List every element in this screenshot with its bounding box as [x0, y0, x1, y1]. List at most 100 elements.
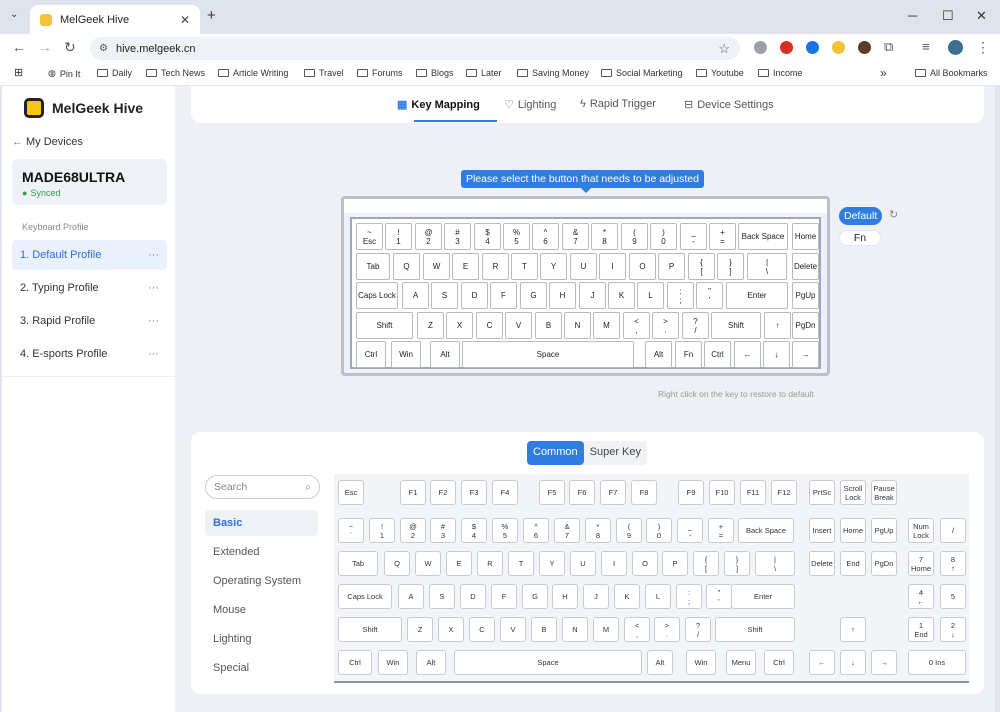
bookmark-social-marketing[interactable]: Social Marketing — [601, 68, 683, 78]
palette-key[interactable]: Menu — [726, 650, 756, 675]
keyboard-key[interactable]: J — [579, 282, 606, 309]
palette-key[interactable]: F6 — [569, 480, 595, 505]
palette-key[interactable]: + = — [708, 518, 734, 543]
category-basic[interactable]: Basic — [205, 510, 318, 536]
keyboard-key[interactable]: Delete — [792, 253, 819, 280]
palette-key[interactable]: R — [477, 551, 503, 576]
bookmark-pin-it[interactable]: ◍ Pin It — [48, 68, 80, 79]
palette-key[interactable]: | \ — [755, 551, 795, 576]
palette-key[interactable]: Z — [407, 617, 433, 642]
palette-key[interactable]: P — [662, 551, 688, 576]
bookmark-daily[interactable]: Daily — [97, 68, 132, 78]
keyboard-key[interactable]: ) 0 — [650, 223, 677, 250]
palette-key[interactable]: Y — [539, 551, 565, 576]
forward-icon[interactable]: → — [38, 39, 52, 55]
keyboard-key[interactable]: ~ Esc — [356, 223, 383, 250]
palette-key[interactable]: S — [429, 584, 455, 609]
palette-key[interactable]: Shift — [338, 617, 402, 642]
palette-key[interactable]: U — [570, 551, 596, 576]
palette-key[interactable]: F11 — [740, 480, 766, 505]
keyboard-key[interactable]: G — [520, 282, 547, 309]
profile-avatar[interactable] — [948, 40, 963, 55]
palette-key[interactable]: Win — [378, 650, 408, 675]
tab-device-settings[interactable]: ⊟ Device Settings — [684, 98, 774, 112]
palette-key[interactable]: ! 1 — [369, 518, 395, 543]
palette-key[interactable]: B — [531, 617, 557, 642]
keyboard-key[interactable]: } ] — [717, 253, 744, 280]
keyboard-key[interactable]: N — [564, 312, 591, 339]
palette-key[interactable]: _ - — [677, 518, 703, 543]
keyboard-key[interactable]: ← — [734, 341, 761, 368]
profile-item-typing[interactable]: 2. Typing Profile ··· — [12, 273, 167, 303]
keyboard-key[interactable]: * 8 — [591, 223, 618, 250]
camera-extension-icon[interactable] — [754, 41, 767, 54]
palette-key[interactable]: I — [601, 551, 627, 576]
device-card[interactable]: MADE68ULTRA ● Synced — [12, 159, 167, 205]
bookmark-youtube[interactable]: Youtube — [696, 68, 744, 78]
palette-key[interactable]: Enter — [731, 584, 795, 609]
minimize-button[interactable]: ─ — [908, 8, 917, 23]
category-extended[interactable]: Extended — [205, 539, 318, 565]
palette-key[interactable]: ) 0 — [646, 518, 672, 543]
palette-key[interactable]: } ] — [724, 551, 750, 576]
palette-key[interactable]: 0 Ins — [908, 650, 966, 675]
blue-extension-icon[interactable] — [806, 41, 819, 54]
keyboard-key[interactable]: C — [476, 312, 503, 339]
address-bar[interactable]: ⚙ hive.melgeek.cn ☆ — [90, 37, 740, 60]
keyboard-key[interactable]: % 5 — [503, 223, 530, 250]
keyboard-key[interactable]: U — [570, 253, 597, 280]
palette-key[interactable]: C — [469, 617, 495, 642]
keyboard-key[interactable]: A — [402, 282, 429, 309]
keyboard-key[interactable]: ↑ — [764, 312, 791, 339]
seg-common[interactable]: Common — [527, 441, 584, 465]
palette-key[interactable]: Esc — [338, 480, 364, 505]
keyboard-key[interactable]: Enter — [726, 282, 788, 309]
tab-key-mapping[interactable]: ▦ Key Mapping — [397, 98, 480, 112]
keyboard-key[interactable]: X — [446, 312, 473, 339]
palette-key[interactable]: % 5 — [492, 518, 518, 543]
keyboard-key[interactable]: @ 2 — [415, 223, 442, 250]
palette-key[interactable]: " ' — [706, 584, 732, 609]
palette-key[interactable]: F5 — [539, 480, 565, 505]
bookmark-travel[interactable]: Travel — [304, 68, 344, 78]
palette-key[interactable]: 2 ↓ — [940, 617, 966, 642]
keyboard-key[interactable]: L — [637, 282, 664, 309]
keyboard-key[interactable]: Alt — [430, 341, 460, 368]
keyboard-key[interactable]: M — [593, 312, 620, 339]
keyboard-key[interactable]: < , — [623, 312, 650, 339]
palette-key[interactable]: ↓ — [840, 650, 866, 675]
all-bookmarks[interactable]: All Bookmarks — [915, 68, 988, 78]
palette-key[interactable]: H — [552, 584, 578, 609]
bookmark-saving-money[interactable]: Saving Money — [517, 68, 589, 78]
keyboard-key[interactable]: Z — [417, 312, 444, 339]
profile-item-rapid[interactable]: 3. Rapid Profile ··· — [12, 306, 167, 336]
palette-key[interactable]: V — [500, 617, 526, 642]
category-operating-system[interactable]: Operating System — [205, 568, 318, 594]
category-special[interactable]: Special — [205, 655, 318, 681]
extensions-puzzle-icon[interactable]: ⧉ — [884, 39, 893, 55]
keyboard-key[interactable]: $ 4 — [474, 223, 501, 250]
keyboard-key[interactable]: PgUp — [792, 282, 819, 309]
keyboard-key[interactable]: _ - — [680, 223, 707, 250]
palette-key[interactable]: Pause Break — [871, 480, 897, 505]
keyboard-key[interactable]: V — [505, 312, 532, 339]
more-icon[interactable]: ··· — [148, 282, 159, 294]
palette-key[interactable]: Space — [454, 650, 642, 675]
palette-key[interactable]: → — [871, 650, 897, 675]
palette-key[interactable]: ← — [809, 650, 835, 675]
reload-icon[interactable]: ↻ — [64, 39, 76, 56]
new-tab-button[interactable]: + — [207, 7, 216, 24]
bookmark-blogs[interactable]: Blogs — [416, 68, 454, 78]
keyboard-key[interactable]: R — [482, 253, 509, 280]
browser-menu-icon[interactable]: ⋮ — [976, 39, 990, 56]
palette-key[interactable]: ~ ` — [338, 518, 364, 543]
media-control-icon[interactable]: ≡ — [922, 39, 930, 54]
brown-extension-icon[interactable] — [858, 41, 871, 54]
palette-key[interactable]: M — [593, 617, 619, 642]
bookmark-forums[interactable]: Forums — [357, 68, 403, 78]
palette-key[interactable]: W — [415, 551, 441, 576]
keyboard-key[interactable]: → — [792, 341, 819, 368]
keyboard-key[interactable]: : ; — [667, 282, 694, 309]
keyboard-key[interactable]: I — [599, 253, 626, 280]
keyboard-key[interactable]: | \ — [747, 253, 787, 280]
